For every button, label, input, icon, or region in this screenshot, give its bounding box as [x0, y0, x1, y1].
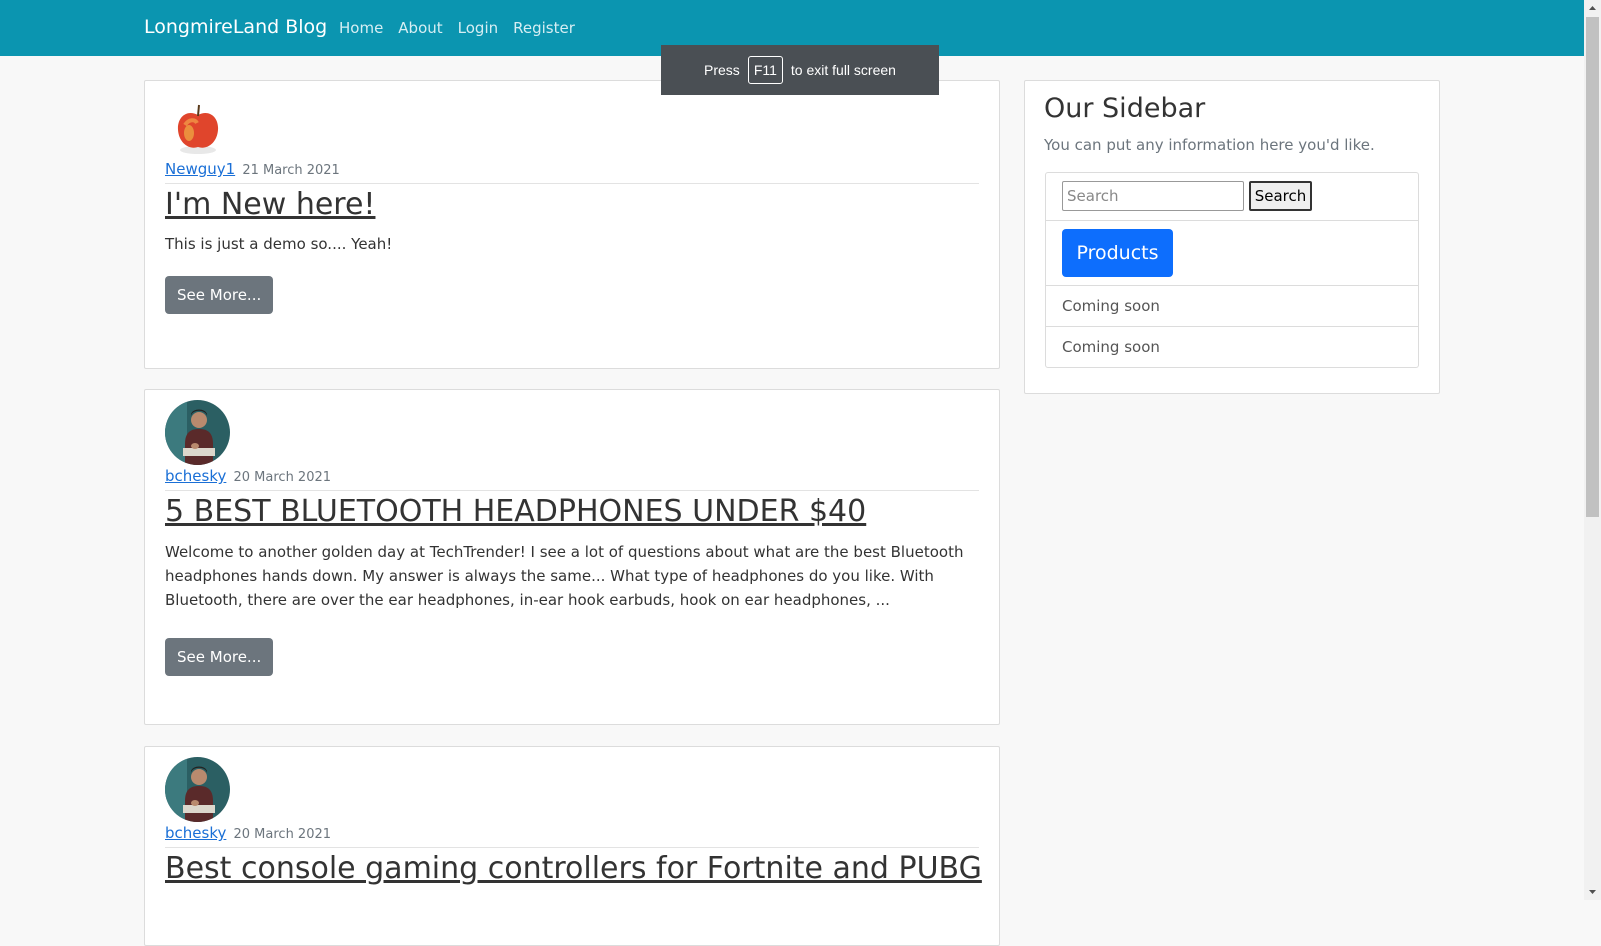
scroll-thumb[interactable] — [1586, 17, 1599, 517]
sidebar-list: Search Products Coming soon Coming soon — [1045, 172, 1419, 368]
sidebar: Our Sidebar You can put any information … — [1024, 80, 1440, 394]
post-date: 20 March 2021 — [233, 827, 332, 842]
post-meta: bchesky 20 March 2021 — [165, 467, 979, 491]
page-scrollbar[interactable] — [1584, 0, 1601, 900]
nav-register-link[interactable]: Register — [513, 19, 575, 37]
post-card: bchesky 20 March 2021 Best console gamin… — [144, 746, 1000, 946]
apple-icon — [165, 93, 230, 158]
nav-home-link[interactable]: Home — [339, 19, 383, 37]
post-avatar-apple — [165, 93, 230, 158]
post-date: 21 March 2021 — [242, 163, 340, 178]
post-meta: bchesky 20 March 2021 — [165, 824, 979, 848]
post-date: 20 March 2021 — [233, 470, 332, 485]
post-excerpt: This is just a demo so.... Yeah! — [165, 235, 393, 253]
post-excerpt: Welcome to another golden day at TechTre… — [165, 543, 964, 609]
post-author-link[interactable]: bchesky — [165, 824, 226, 842]
search-input[interactable] — [1062, 181, 1244, 211]
list-item: Coming soon — [1046, 285, 1418, 326]
post-title-link[interactable]: 5 BEST BLUETOOTH HEADPHONES UNDER $40 — [165, 494, 989, 529]
post-author-link[interactable]: Newguy1 — [165, 160, 235, 178]
nav-login-link[interactable]: Login — [458, 19, 498, 37]
nav-links: Home About Login Register — [339, 19, 575, 37]
brand-link[interactable]: LongmireLand Blog — [144, 16, 327, 38]
fullscreen-notice-text: to exit full screen — [790, 62, 896, 78]
nav-about-link[interactable]: About — [398, 19, 442, 37]
fullscreen-notice-press: Press — [704, 62, 740, 78]
post-card: Newguy1 21 March 2021 I'm New here! This… — [144, 80, 1000, 369]
post-title-link[interactable]: Best console gaming controllers for Fort… — [165, 851, 989, 886]
products-button[interactable]: Products — [1062, 229, 1173, 277]
post-avatar-person — [165, 400, 230, 465]
post-author-link[interactable]: bchesky — [165, 467, 226, 485]
f11-key: F11 — [747, 56, 783, 84]
scroll-up-arrow-icon[interactable] — [1584, 0, 1601, 17]
person-avatar-icon — [165, 400, 230, 465]
list-item: Coming soon — [1046, 326, 1418, 367]
fullscreen-notice: Press F11 to exit full screen — [661, 45, 939, 95]
search-row: Search — [1046, 173, 1418, 220]
post-avatar-person — [165, 757, 230, 822]
see-more-button[interactable]: See More... — [165, 276, 274, 314]
scroll-down-arrow-icon[interactable] — [1584, 883, 1601, 900]
post-meta: Newguy1 21 March 2021 — [165, 160, 979, 184]
sidebar-title: Our Sidebar — [1044, 93, 1206, 124]
post-title-link[interactable]: I'm New here! — [165, 187, 989, 222]
see-more-button[interactable]: See More... — [165, 638, 274, 676]
search-button[interactable]: Search — [1249, 181, 1312, 211]
person-avatar-icon — [165, 757, 230, 822]
sidebar-description: You can put any information here you'd l… — [1044, 136, 1375, 154]
products-row: Products — [1046, 220, 1418, 285]
post-card: bchesky 20 March 2021 5 BEST BLUETOOTH H… — [144, 389, 1000, 725]
